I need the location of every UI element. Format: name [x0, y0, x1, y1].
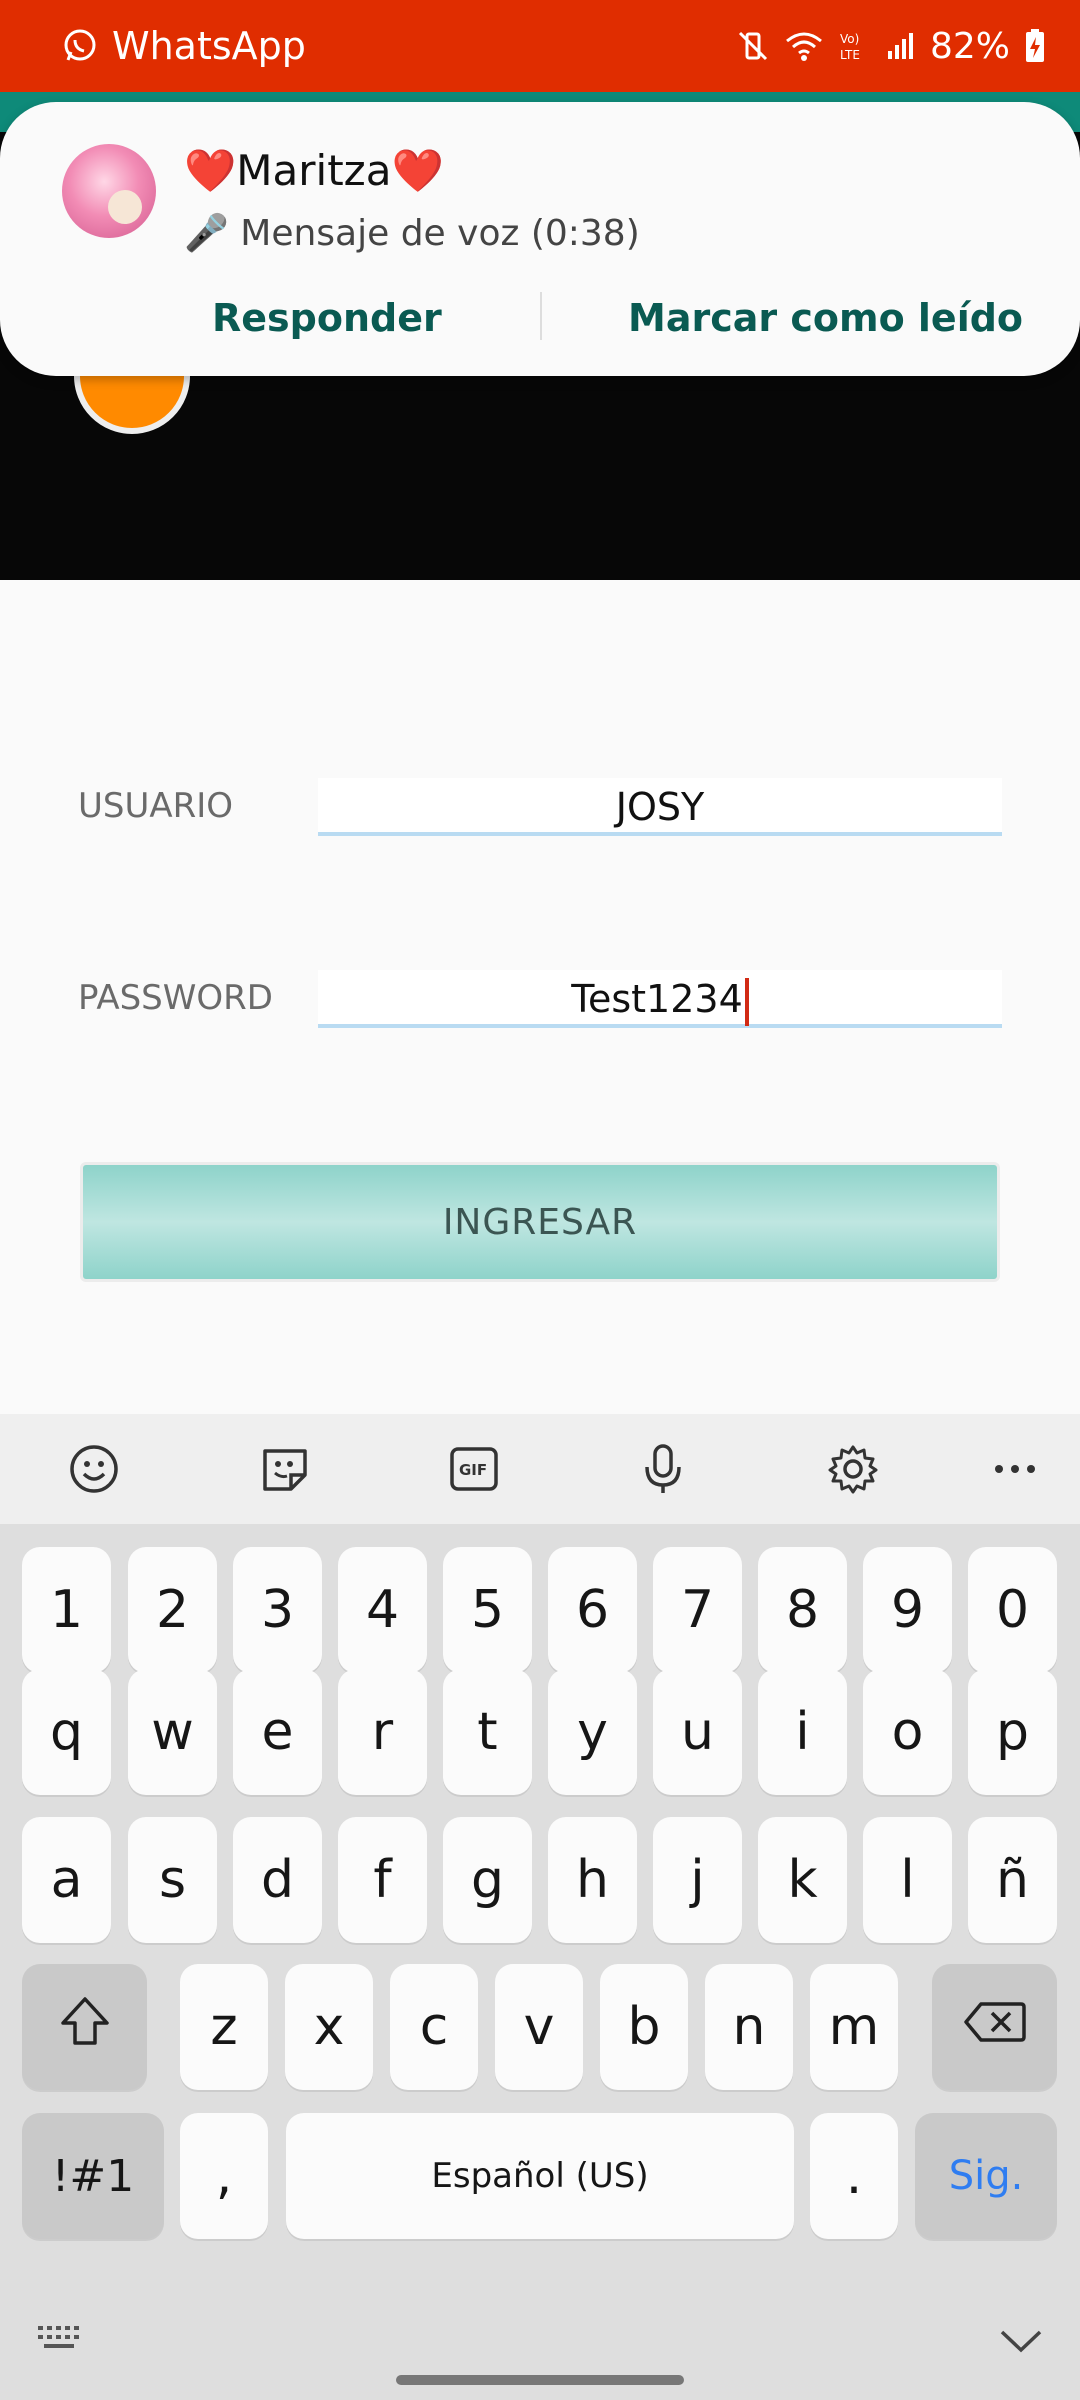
key-e[interactable]: e	[233, 1669, 322, 1795]
wifi-icon	[784, 29, 824, 63]
signal-icon	[886, 31, 916, 61]
space-key[interactable]: Español (US)	[286, 2113, 794, 2239]
key-x[interactable]: x	[285, 1964, 373, 2090]
comma-key[interactable]: ,	[180, 2113, 268, 2239]
user-field[interactable]: JOSY	[318, 778, 1002, 836]
backspace-key[interactable]	[932, 1964, 1057, 2090]
sticker-icon[interactable]	[258, 1442, 312, 1496]
password-value: Test1234	[571, 977, 743, 1021]
key-n[interactable]: n	[705, 1964, 793, 2090]
status-bar: WhatsApp Vo) LTE 82%	[0, 0, 1080, 92]
key-v[interactable]: v	[495, 1964, 583, 2090]
key-u[interactable]: u	[653, 1669, 742, 1795]
symbols-key[interactable]: !#1	[22, 2113, 164, 2239]
keyboard: GIF 1 2 3 4 5 6 7 8 9 0 q w e r t y u i …	[0, 1414, 1080, 2400]
key-m[interactable]: m	[810, 1964, 898, 2090]
key-o[interactable]: o	[863, 1669, 952, 1795]
key-p[interactable]: p	[968, 1669, 1057, 1795]
key-4[interactable]: 4	[338, 1547, 427, 1673]
next-key[interactable]: Sig.	[915, 2113, 1057, 2239]
whatsapp-notification[interactable]: ❤️Maritza❤️ 🎤 Mensaje de voz (0:38) Resp…	[0, 102, 1080, 376]
key-9[interactable]: 9	[863, 1547, 952, 1673]
reply-button[interactable]: Responder	[212, 296, 442, 340]
whatsapp-icon	[62, 28, 98, 64]
user-value: JOSY	[615, 785, 705, 829]
key-k[interactable]: k	[758, 1817, 847, 1943]
shift-icon	[57, 1993, 113, 2062]
key-2[interactable]: 2	[128, 1547, 217, 1673]
key-q[interactable]: q	[22, 1669, 111, 1795]
svg-text:Vo): Vo)	[840, 32, 859, 46]
key-f[interactable]: f	[338, 1817, 427, 1943]
text-cursor	[744, 977, 749, 1026]
key-c[interactable]: c	[390, 1964, 478, 2090]
status-app-name: WhatsApp	[112, 24, 306, 68]
more-icon[interactable]	[988, 1442, 1042, 1496]
screen: WhatsApp Vo)LTE 82% Modulo Actualizar	[0, 0, 1080, 2400]
key-7[interactable]: 7	[653, 1547, 742, 1673]
key-n-tilde[interactable]: ñ	[968, 1817, 1057, 1943]
user-label: USUARIO	[78, 786, 234, 826]
key-j[interactable]: j	[653, 1817, 742, 1943]
key-5[interactable]: 5	[443, 1547, 532, 1673]
mute-vibrate-icon	[736, 29, 770, 63]
shift-key[interactable]	[22, 1964, 147, 2090]
key-6[interactable]: 6	[548, 1547, 637, 1673]
key-b[interactable]: b	[600, 1964, 688, 2090]
svg-text:GIF: GIF	[459, 1461, 487, 1479]
key-3[interactable]: 3	[233, 1547, 322, 1673]
volte-icon: Vo) LTE	[838, 29, 872, 63]
mark-as-read-button[interactable]: Marcar como leído	[628, 296, 1023, 340]
voice-message-text: 🎤 Mensaje de voz (0:38)	[184, 213, 640, 254]
period-key[interactable]: .	[810, 2113, 898, 2239]
login-button[interactable]: INGRESAR	[80, 1162, 1000, 1282]
hide-keyboard-icon[interactable]	[998, 2326, 1044, 2360]
key-w[interactable]: w	[128, 1669, 217, 1795]
status-notification-app: WhatsApp	[62, 24, 306, 68]
emoji-icon[interactable]	[67, 1442, 121, 1496]
status-icons: Vo) LTE 82%	[736, 26, 1046, 67]
key-h[interactable]: h	[548, 1817, 637, 1943]
microphone-icon[interactable]	[636, 1442, 690, 1496]
key-i[interactable]: i	[758, 1669, 847, 1795]
avatar	[62, 144, 156, 238]
password-label: PASSWORD	[78, 978, 273, 1018]
key-z[interactable]: z	[180, 1964, 268, 2090]
key-r[interactable]: r	[338, 1669, 427, 1795]
key-1[interactable]: 1	[22, 1547, 111, 1673]
notification-preview: 🎤 Mensaje de voz (0:38)	[184, 212, 640, 254]
notification-sender: ❤️Maritza❤️	[184, 146, 444, 195]
key-0[interactable]: 0	[968, 1547, 1057, 1673]
settings-icon[interactable]	[826, 1442, 880, 1496]
battery-percent: 82%	[929, 25, 1010, 67]
key-a[interactable]: a	[22, 1817, 111, 1943]
key-g[interactable]: g	[443, 1817, 532, 1943]
keyboard-toolbar: GIF	[0, 1414, 1080, 1524]
svg-text:LTE: LTE	[840, 48, 860, 62]
password-field[interactable]: Test1234	[318, 970, 1002, 1028]
keyboard-switch-icon[interactable]	[36, 2322, 86, 2356]
key-8[interactable]: 8	[758, 1547, 847, 1673]
key-d[interactable]: d	[233, 1817, 322, 1943]
key-t[interactable]: t	[443, 1669, 532, 1795]
notification-actions: Responder Marcar como leído	[0, 288, 1080, 348]
battery-charging-icon	[1024, 28, 1046, 64]
home-indicator[interactable]	[396, 2375, 684, 2385]
key-y[interactable]: y	[548, 1669, 637, 1795]
divider	[540, 292, 542, 340]
key-s[interactable]: s	[128, 1817, 217, 1943]
backspace-icon	[963, 1997, 1027, 2057]
gif-icon[interactable]: GIF	[447, 1442, 501, 1496]
key-l[interactable]: l	[863, 1817, 952, 1943]
